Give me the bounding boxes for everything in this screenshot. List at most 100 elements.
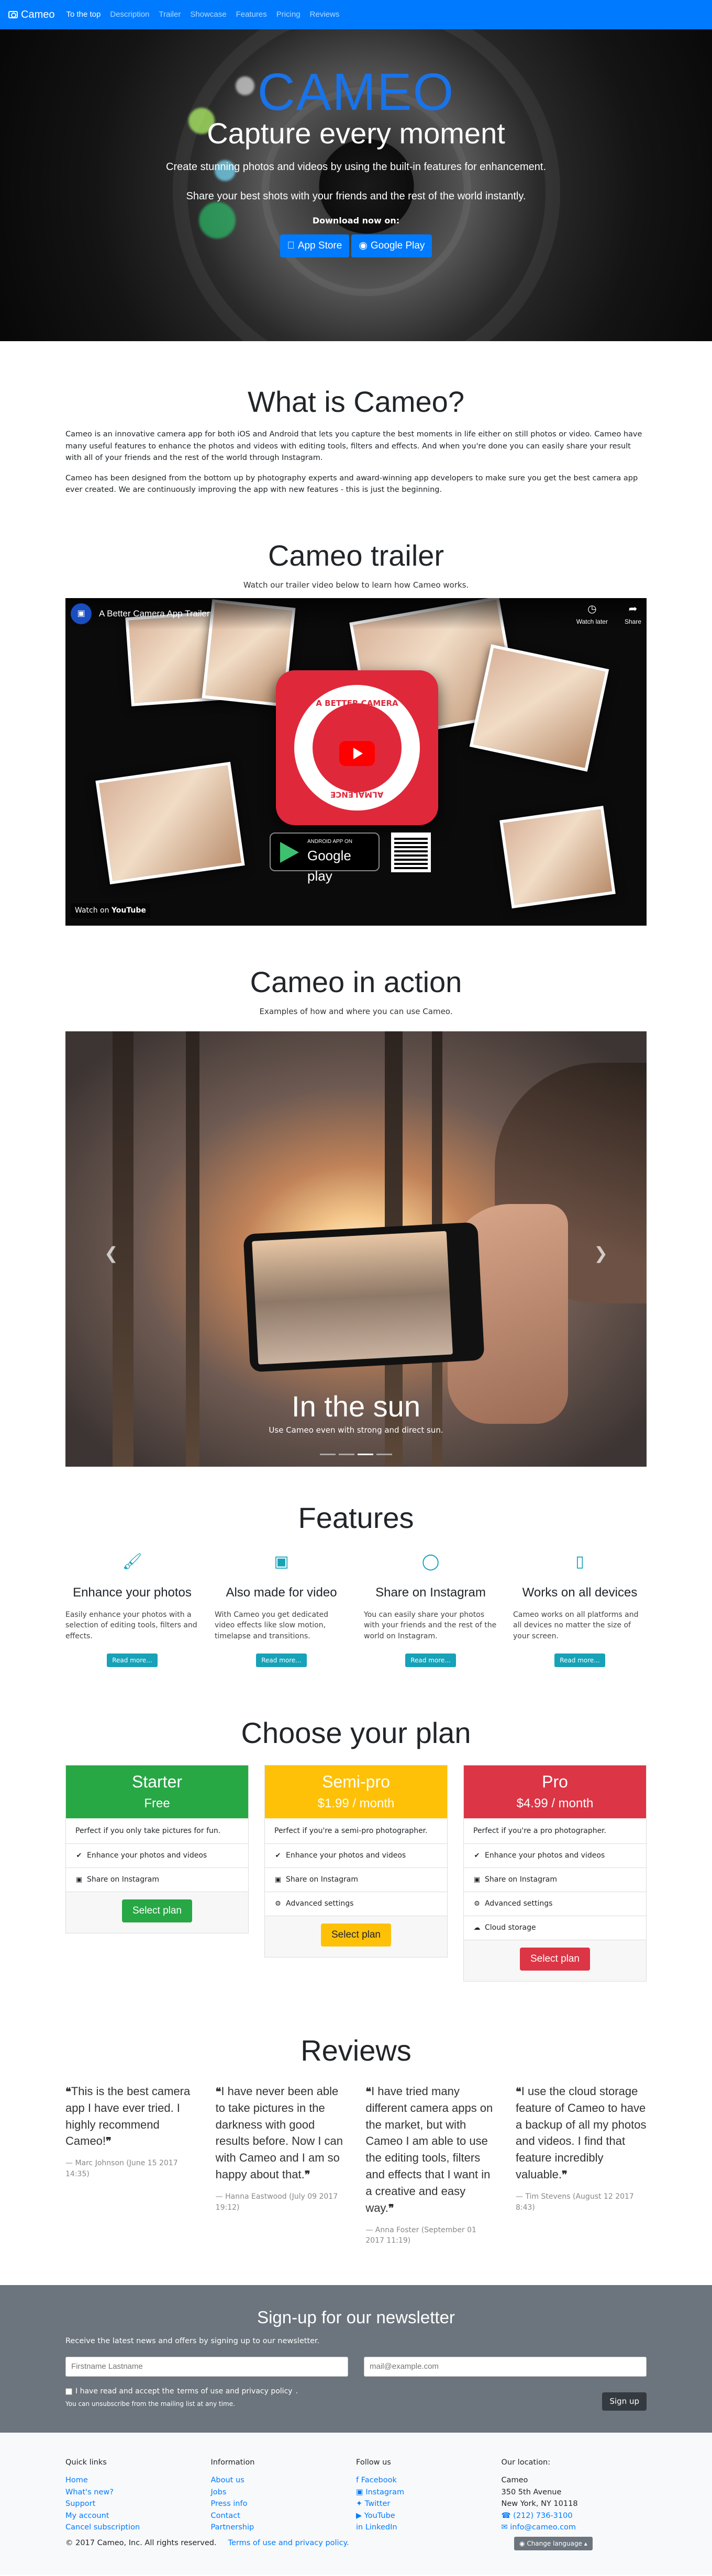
footer-link-youtube[interactable]: ▶ YouTube	[356, 2510, 502, 2522]
email-field[interactable]	[364, 2356, 647, 2377]
footer-link-twitter[interactable]: ✦ Twitter	[356, 2498, 502, 2510]
plan-feature-label: Share on Instagram	[286, 1875, 358, 1884]
gplay-small-text: ANDROID APP ON	[307, 839, 352, 845]
sign-up-button[interactable]: Sign up	[602, 2392, 647, 2411]
check-icon: ✔	[474, 1851, 480, 1860]
share-icon: ➦	[628, 603, 638, 615]
plan-feature-label: Share on Instagram	[87, 1875, 159, 1884]
carousel-indicator[interactable]	[376, 1453, 392, 1455]
terms-link[interactable]: terms of use and privacy policy	[177, 2386, 293, 2397]
footer-link-press[interactable]: Press info	[211, 2498, 357, 2510]
review-author: — Hanna Eastwood (July 09 2017 19:12)	[215, 2192, 338, 2212]
carousel-prev-icon[interactable]: ❮	[104, 1241, 118, 1266]
footer-link-instagram[interactable]: ▣ Instagram	[356, 2487, 502, 2498]
share-button[interactable]: ➦ Share	[625, 601, 641, 626]
app-store-button[interactable]:  App Store	[280, 234, 350, 258]
footer-email-link[interactable]: ✉ info@cameo.com	[502, 2522, 647, 2533]
nav-link-trailer[interactable]: Trailer	[154, 9, 185, 21]
google-play-label: Google Play	[366, 240, 425, 251]
play-button[interactable]	[339, 741, 375, 767]
nav-link-description[interactable]: Description	[106, 9, 153, 21]
watch-later-button[interactable]: ◷ Watch later	[576, 601, 608, 626]
review-quote: ❝This is the best camera app I have ever…	[65, 2083, 196, 2150]
logo-bottom-text: ALMALENCE	[330, 790, 384, 800]
plan-feature: ▣ Share on Instagram	[66, 1867, 248, 1892]
video-title[interactable]: A Better Camera App Trailer	[99, 607, 210, 621]
hero-content: CAMEO Capture every moment Create stunni…	[0, 66, 712, 258]
clock-icon: ◷	[587, 603, 597, 615]
carousel-indicator[interactable]	[320, 1453, 336, 1455]
newsletter-section: Sign-up for our newsletter Receive the l…	[0, 2285, 712, 2433]
footer-phone-link[interactable]: ☎ (212) 736-3100	[502, 2510, 647, 2522]
review-author: — Marc Johnson (June 15 2017 14:35)	[65, 2159, 178, 2178]
nav-link-features[interactable]: Features	[232, 9, 271, 21]
logo-top-text: A BETTER CAMERA	[316, 699, 398, 708]
footer-link-home[interactable]: Home	[65, 2474, 211, 2486]
youtube-video-embed[interactable]: ▣ A Better Camera App Trailer ◷ Watch lat…	[65, 598, 647, 926]
hero-banner: CAMEO Capture every moment Create stunni…	[0, 29, 712, 341]
google-play-button[interactable]: ◉ Google Play	[351, 234, 432, 258]
carousel-indicator[interactable]	[358, 1453, 373, 1455]
read-more-button[interactable]: Read more...	[256, 1653, 307, 1668]
slide-title: In the sun	[292, 1389, 420, 1423]
footer-terms-link[interactable]: Terms of use and privacy policy.	[228, 2538, 349, 2549]
footer-link-contact[interactable]: Contact	[211, 2510, 357, 2522]
read-more-button[interactable]: Read more...	[107, 1653, 158, 1668]
plan-feature-label: Enhance your photos and videos	[286, 1851, 406, 1860]
review-text: I have tried many different camera apps …	[365, 2084, 493, 2214]
pricing-row: Starter Free Perfect if you only take pi…	[65, 1765, 647, 1982]
carousel-indicator[interactable]	[339, 1453, 354, 1455]
about-paragraph-2: Cameo has been designed from the bottom …	[65, 474, 638, 494]
brand-logo[interactable]: Cameo	[8, 7, 54, 23]
footer-link-about[interactable]: About us	[211, 2474, 357, 2486]
footer-link-facebook[interactable]: f Facebook	[356, 2474, 502, 2486]
footer-link-partnership[interactable]: Partnership	[211, 2522, 357, 2533]
footer-heading: Follow us	[356, 2458, 391, 2467]
footer-link-my-account[interactable]: My account	[65, 2510, 211, 2522]
watch-on-youtube-button[interactable]: Watch on YouTube	[71, 903, 150, 919]
cogs-icon: ⚙	[474, 1899, 480, 1908]
change-language-button[interactable]: ◉ Change language ▴	[514, 2536, 593, 2550]
slide-text: Use Cameo even with strong and direct su…	[269, 1425, 443, 1435]
nav-link-top[interactable]: To the top	[62, 9, 105, 21]
about-paragraph-1: Cameo is an innovative camera app for bo…	[65, 430, 642, 463]
feature-text: Easily enhance your photos with a select…	[65, 1611, 197, 1640]
carousel-next-icon[interactable]: ❯	[594, 1241, 608, 1266]
plan-name: Starter	[131, 1772, 183, 1792]
select-plan-button[interactable]: Select plan	[121, 1899, 192, 1923]
terms-period: .	[295, 2387, 298, 2395]
trailer-title: Cameo trailer	[268, 538, 444, 572]
phone-icon: ☎	[501, 2511, 511, 2520]
video-photo	[499, 806, 616, 909]
read-more-button[interactable]: Read more...	[405, 1653, 456, 1668]
youtube-logo: YouTube	[111, 906, 146, 915]
footer-link-linkedin[interactable]: in LinkedIn	[356, 2522, 502, 2533]
footer-container: Quick links Home What's new? Support My …	[65, 2457, 647, 2550]
channel-avatar[interactable]: ▣	[71, 603, 92, 625]
footer-link-cancel[interactable]: Cancel subscription	[65, 2522, 211, 2533]
pricing-title: Choose your plan	[241, 1716, 471, 1750]
name-field[interactable]	[65, 2356, 348, 2377]
linkedin-icon: in	[356, 2523, 363, 2532]
select-plan-button[interactable]: Select plan	[519, 1947, 590, 1971]
footer-link-whats-new[interactable]: What's new?	[65, 2487, 211, 2498]
footer-follow: Follow us f Facebook ▣ Instagram ✦ Twitt…	[356, 2457, 502, 2534]
read-more-button[interactable]: Read more...	[554, 1653, 605, 1668]
share-label: Share	[624, 618, 641, 626]
nav-link-showcase[interactable]: Showcase	[186, 9, 230, 21]
footer-link-support[interactable]: Support	[65, 2498, 211, 2510]
terms-checkbox[interactable]	[65, 2388, 72, 2395]
plan-footer: Select plan	[66, 1891, 248, 1933]
footer-quick-links: Quick links Home What's new? Support My …	[65, 2457, 211, 2534]
select-plan-button[interactable]: Select plan	[320, 1923, 391, 1947]
plan-card-semipro: Semi-pro $1.99 / month Perfect if you're…	[264, 1765, 448, 1958]
nav-link-reviews[interactable]: Reviews	[306, 9, 344, 21]
footer-link-jobs[interactable]: Jobs	[211, 2487, 357, 2498]
review-quote: ❝I have never been able to take pictures…	[216, 2083, 347, 2184]
nav-link-pricing[interactable]: Pricing	[272, 9, 305, 21]
location-city: New York, NY 10118	[501, 2500, 578, 2508]
instagram-icon: ▣	[274, 1875, 282, 1884]
copyright: © 2017 Cameo, Inc. All rights reserved.	[65, 2538, 217, 2547]
plan-description: Perfect if you're a pro photographer.	[473, 1826, 607, 1835]
carousel-indicators	[65, 1453, 647, 1455]
